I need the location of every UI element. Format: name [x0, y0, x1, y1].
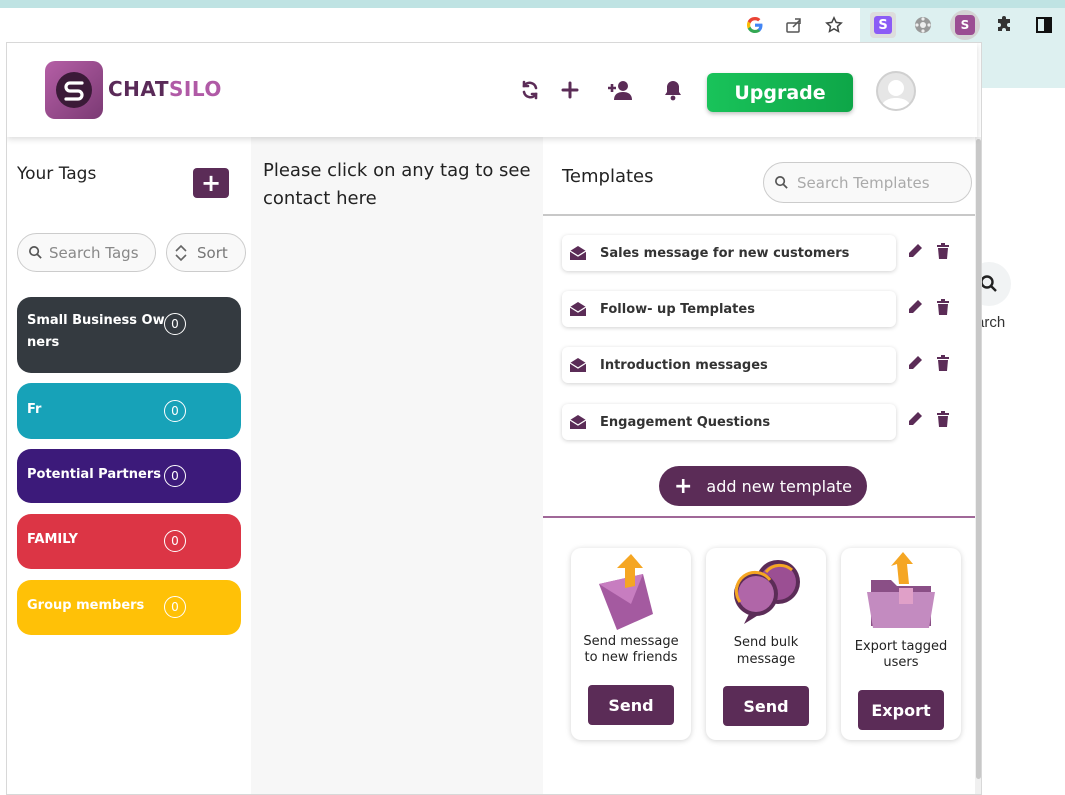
logo-text-accent: SILO: [168, 77, 222, 101]
sort-icon: [175, 244, 187, 261]
export-tagged-text-line2: users: [883, 655, 919, 670]
tag-label-line2: ners: [27, 335, 60, 350]
envelope-open-icon: [568, 243, 588, 263]
header: CHATSILO Upgrade: [7, 43, 977, 137]
share-icon[interactable]: [781, 12, 807, 38]
scrollbar-thumb[interactable]: [976, 139, 981, 779]
edit-icon[interactable]: [905, 409, 925, 429]
add-template-label: add new template: [706, 476, 853, 496]
tag-label: Group members: [27, 598, 145, 613]
template-label: Engagement Questions: [600, 414, 771, 430]
s-extension-icon[interactable]: S: [870, 12, 896, 38]
template-label: Introduction messages: [600, 357, 768, 373]
upgrade-button[interactable]: Upgrade: [707, 73, 853, 112]
tag-label: Small Business Ow: [27, 313, 165, 328]
trash-icon[interactable]: [933, 297, 953, 317]
template-label: Follow- up Templates: [600, 301, 755, 317]
tag-count-badge: 0: [164, 313, 186, 335]
chatsilo-logo-icon: [45, 61, 103, 119]
trash-icon[interactable]: [933, 241, 953, 261]
send-bulk-text-line2: message: [736, 652, 796, 667]
tag-count-badge: 0: [164, 465, 186, 487]
tag-label: FAMILY: [27, 532, 78, 547]
search-icon: [775, 176, 788, 189]
film-extension-icon[interactable]: [910, 12, 936, 38]
tag-label: Potential Partners: [27, 467, 161, 482]
bell-icon[interactable]: [660, 77, 686, 103]
template-item[interactable]: Follow- up Templates: [562, 291, 896, 327]
send-bulk-card: Send bulk message Send: [706, 548, 826, 740]
address-bar-area: [0, 8, 860, 42]
logo-text-main: CHAT: [108, 77, 169, 101]
send-new-friends-text-line1: Send message: [583, 634, 679, 649]
divider: [543, 214, 977, 216]
envelope-upload-icon: [591, 552, 671, 632]
divider: [543, 516, 977, 518]
edit-icon[interactable]: [905, 297, 925, 317]
sidepanel-icon[interactable]: [1031, 12, 1057, 38]
contacts-panel: Please click on any tag to see contact h…: [251, 137, 543, 794]
sort-button[interactable]: Sort: [166, 233, 246, 272]
export-tagged-text-line1: Export tagged: [854, 639, 948, 654]
tab-strip: [0, 0, 1065, 8]
search-tags-input[interactable]: [49, 243, 149, 262]
send-bulk-button[interactable]: Send: [723, 686, 809, 726]
envelope-open-icon: [568, 412, 588, 432]
search-tags-field[interactable]: [17, 233, 156, 272]
sort-label: Sort: [197, 243, 228, 262]
tag-count-badge: 0: [164, 400, 186, 422]
send-new-friends-text-line2: to new friends: [584, 650, 678, 665]
export-tagged-card: Export tagged users Export: [841, 548, 961, 740]
trash-icon[interactable]: [933, 409, 953, 429]
export-button[interactable]: Export: [858, 690, 944, 730]
folder-export-icon: [861, 552, 941, 632]
send-new-friends-button[interactable]: Send: [588, 685, 674, 725]
tag-count-badge: 0: [164, 530, 186, 552]
tags-title: Your Tags: [17, 164, 97, 184]
tag-count-badge: 0: [164, 596, 186, 618]
tags-panel: Your Tags + Sort Small Business Ow ners …: [7, 137, 251, 794]
google-icon[interactable]: [742, 12, 768, 38]
templates-panel: Templates Sales message for new customer…: [543, 137, 977, 794]
tag-item[interactable]: Fr 0: [17, 383, 241, 439]
template-item[interactable]: Sales message for new customers: [562, 235, 896, 271]
tag-item[interactable]: Group members 0: [17, 580, 241, 635]
template-item[interactable]: Engagement Questions: [562, 404, 896, 440]
contacts-empty-message: Please click on any tag to see contact h…: [263, 160, 531, 209]
logo-text: CHATSILO: [108, 77, 222, 101]
add-template-button[interactable]: + add new template: [659, 466, 867, 506]
page-background: [982, 42, 1065, 88]
search-icon: [29, 246, 42, 259]
template-item[interactable]: Introduction messages: [562, 347, 896, 383]
templates-title: Templates: [562, 166, 654, 187]
refresh-icon[interactable]: [517, 77, 543, 103]
send-new-friends-card: Send message to new friends Send: [571, 548, 691, 740]
puzzle-icon[interactable]: [991, 12, 1017, 38]
send-bulk-text-line1: Send bulk: [733, 635, 799, 650]
page-content-right: [982, 88, 1065, 795]
tag-item[interactable]: FAMILY 0: [17, 514, 241, 569]
tag-item[interactable]: Potential Partners 0: [17, 449, 241, 503]
edit-icon[interactable]: [905, 353, 925, 373]
plus-icon: +: [673, 473, 693, 499]
tag-item[interactable]: Small Business Ow ners 0: [17, 297, 241, 373]
add-tag-button[interactable]: +: [193, 168, 229, 198]
chatsilo-popup: CHATSILO Upgrade Your Tags + Sort Small: [6, 42, 982, 795]
add-user-icon[interactable]: [605, 77, 635, 103]
envelope-open-icon: [568, 299, 588, 319]
chat-bubbles-icon: [726, 552, 806, 632]
edit-icon[interactable]: [905, 241, 925, 261]
template-label: Sales message for new customers: [600, 245, 850, 261]
avatar[interactable]: [876, 71, 916, 111]
tag-label: Fr: [27, 402, 42, 417]
star-icon[interactable]: [821, 12, 847, 38]
search-templates-field[interactable]: [763, 162, 972, 203]
search-templates-input[interactable]: [797, 173, 967, 192]
chatsilo-extension-icon[interactable]: S: [950, 10, 980, 40]
trash-icon[interactable]: [933, 353, 953, 373]
add-icon[interactable]: [557, 77, 583, 103]
envelope-open-icon: [568, 355, 588, 375]
